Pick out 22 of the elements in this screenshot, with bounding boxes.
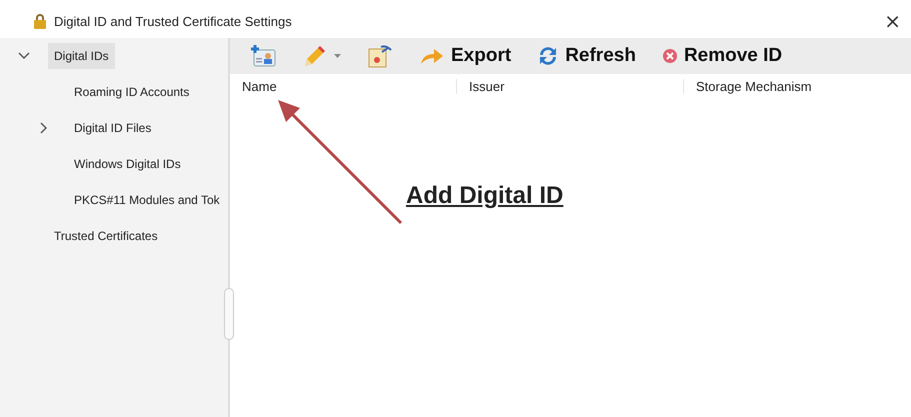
lock-icon (32, 13, 48, 29)
column-header[interactable]: Storage Mechanism (684, 78, 911, 94)
window-title: Digital ID and Trusted Certificate Settings (54, 14, 293, 28)
pencil-icon (302, 44, 328, 68)
close-button[interactable]: × (878, 11, 907, 31)
splitter-handle[interactable] (224, 288, 234, 340)
remove-button[interactable]: Remove ID (658, 43, 786, 69)
tree-item[interactable]: Trusted Certificates (48, 223, 164, 249)
tree-item[interactable]: Digital IDs (48, 43, 115, 69)
annotation-label: Add Digital ID (406, 182, 564, 210)
tree-item[interactable]: Digital ID Files (68, 115, 158, 141)
export-button[interactable]: Export (415, 43, 516, 69)
tree-item[interactable]: Roaming ID Accounts (68, 79, 196, 105)
tree-item[interactable]: Windows Digital IDs (68, 151, 187, 177)
add-contact-card-icon (250, 44, 276, 68)
remove-icon (662, 48, 678, 64)
arrow-icon (419, 46, 445, 66)
column-header[interactable]: Issuer (457, 78, 684, 94)
refresh-button[interactable]: Refresh (533, 43, 640, 69)
tree-item[interactable]: PKCS#11 Modules and Tok (68, 187, 226, 213)
column-header[interactable]: Name (230, 78, 457, 94)
certificate-icon (367, 44, 393, 68)
